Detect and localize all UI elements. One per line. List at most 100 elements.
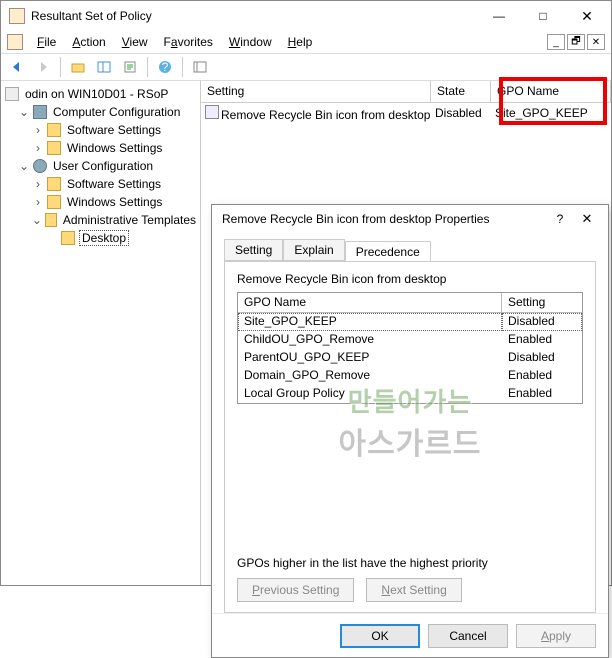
col-gpo[interactable]: GPO Name: [491, 81, 611, 102]
folder-icon: [47, 123, 61, 137]
restore-child-button[interactable]: 🗗: [567, 34, 585, 50]
computer-icon: [33, 105, 47, 119]
tree-label: User Configuration: [51, 159, 155, 173]
tree-user-config[interactable]: ⌄ User Configuration: [3, 157, 198, 175]
tree-label-selected: Desktop: [79, 230, 129, 246]
dialog-body: Setting Explain Precedence Remove Recycl…: [212, 233, 608, 613]
col-setting[interactable]: Setting: [201, 81, 431, 102]
tabs: Setting Explain Precedence: [224, 239, 596, 261]
previous-setting-button: Previous Setting: [237, 578, 354, 602]
tree-root-label: odin on WIN10D01 - RSoP: [23, 87, 170, 101]
grid-col-setting[interactable]: Setting: [502, 293, 582, 312]
col-state[interactable]: State: [431, 81, 491, 102]
tab-explain[interactable]: Explain: [283, 239, 344, 261]
maximize-button[interactable]: □: [521, 2, 565, 30]
menu-favorites[interactable]: Favorites: [156, 33, 221, 51]
doc-icon: [7, 34, 23, 50]
tree-label: Computer Configuration: [51, 105, 182, 119]
collapse-icon[interactable]: ⌄: [17, 105, 31, 119]
expand-icon[interactable]: ›: [31, 141, 45, 155]
menu-action[interactable]: Action: [64, 33, 113, 51]
dialog-close-button[interactable]: ✕: [572, 211, 602, 227]
tree-comp-windows[interactable]: › Windows Settings: [3, 139, 198, 157]
svg-text:?: ?: [162, 60, 169, 74]
folder-icon: [45, 213, 57, 227]
show-pane-button[interactable]: [92, 56, 116, 78]
tree-label: Windows Settings: [65, 141, 164, 155]
precedence-grid[interactable]: GPO Name Setting Site_GPO_KEEPDisabled C…: [237, 292, 583, 404]
tree-user-software[interactable]: › Software Settings: [3, 175, 198, 193]
open-folder-button[interactable]: [66, 56, 90, 78]
folder-icon: [47, 177, 61, 191]
setting-name: Remove Recycle Bin icon from desktop: [237, 272, 583, 286]
window-title: Resultant Set of Policy: [31, 9, 477, 23]
tab-pane: Remove Recycle Bin icon from desktop GPO…: [224, 261, 596, 613]
priority-hint: GPOs higher in the list have the highest…: [237, 556, 583, 570]
tree-pane[interactable]: odin on WIN10D01 - RSoP ⌄ Computer Config…: [1, 81, 201, 585]
toolbar: ?: [1, 53, 611, 81]
grid-row[interactable]: Domain_GPO_RemoveEnabled: [238, 367, 582, 385]
menu-window[interactable]: Window: [221, 33, 280, 51]
main-window: Resultant Set of Policy — □ ✕ Filedocume…: [0, 0, 612, 586]
collapse-icon[interactable]: ⌄: [17, 159, 31, 173]
titlebar: Resultant Set of Policy — □ ✕: [1, 1, 611, 31]
dialog-title: Remove Recycle Bin icon from desktop Pro…: [222, 212, 548, 226]
next-setting-button: Next Setting: [366, 578, 461, 602]
filter-button[interactable]: [188, 56, 212, 78]
properties-dialog: Remove Recycle Bin icon from desktop Pro…: [211, 204, 609, 658]
collapse-icon[interactable]: ⌄: [31, 213, 43, 227]
menu-view[interactable]: View: [114, 33, 156, 51]
menubar: Filedocument.currentScript.previousSibli…: [1, 31, 611, 53]
cancel-button[interactable]: Cancel: [428, 624, 508, 648]
expand-icon[interactable]: ›: [31, 123, 45, 137]
back-button[interactable]: [5, 56, 29, 78]
grid-row[interactable]: ChildOU_GPO_RemoveEnabled: [238, 331, 582, 349]
row-state: Disabled: [431, 106, 491, 120]
grid-col-gpo[interactable]: GPO Name: [238, 293, 502, 312]
tree-root[interactable]: odin on WIN10D01 - RSoP: [3, 85, 198, 103]
tree-desktop[interactable]: Desktop: [3, 229, 198, 247]
grid-row[interactable]: Local Group PolicyEnabled: [238, 385, 582, 403]
app-icon: [9, 8, 25, 24]
tree-admin-templates[interactable]: ⌄ Administrative Templates: [3, 211, 198, 229]
grid-row[interactable]: Site_GPO_KEEPDisabled: [238, 313, 582, 331]
dialog-titlebar: Remove Recycle Bin icon from desktop Pro…: [212, 205, 608, 233]
tree-label: Software Settings: [65, 177, 163, 191]
user-icon: [33, 159, 47, 173]
properties-button[interactable]: [118, 56, 142, 78]
body: odin on WIN10D01 - RSoP ⌄ Computer Config…: [1, 81, 611, 585]
menu-file[interactable]: Filedocument.currentScript.previousSibli…: [29, 33, 64, 51]
tree-computer-config[interactable]: ⌄ Computer Configuration: [3, 103, 198, 121]
tree-comp-software[interactable]: ›Software Settings: [3, 121, 198, 139]
tree-user-windows[interactable]: › Windows Settings: [3, 193, 198, 211]
folder-icon: [47, 195, 61, 209]
ok-button[interactable]: OK: [340, 624, 420, 648]
forward-button[interactable]: [31, 56, 55, 78]
tab-setting[interactable]: Setting: [224, 239, 283, 261]
watermark-line2: 아스가르드: [339, 419, 482, 463]
expand-icon[interactable]: ›: [31, 177, 45, 191]
menu-help[interactable]: Help: [280, 33, 321, 51]
apply-button: Apply: [516, 624, 596, 648]
policy-icon: [5, 87, 19, 101]
tab-precedence[interactable]: Precedence: [345, 241, 431, 262]
tree-label: Windows Settings: [65, 195, 164, 209]
row-setting: Remove Recycle Bin icon from desktop: [221, 108, 430, 122]
dialog-help-button[interactable]: ?: [548, 212, 572, 226]
grid-row[interactable]: ParentOU_GPO_KEEPDisabled: [238, 349, 582, 367]
list-row[interactable]: Remove Recycle Bin icon from desktop Dis…: [201, 103, 611, 123]
close-button[interactable]: ✕: [565, 2, 609, 30]
folder-icon: [61, 231, 75, 245]
minimize-button[interactable]: —: [477, 2, 521, 30]
help-button[interactable]: ?: [153, 56, 177, 78]
close-child-button[interactable]: ✕: [587, 34, 605, 50]
setting-icon: [205, 105, 219, 119]
tree-label: Administrative Templates: [61, 213, 198, 227]
nav-buttons: Previous Setting Next Setting: [237, 578, 583, 602]
folder-icon: [47, 141, 61, 155]
minimize-child-button[interactable]: _: [547, 34, 565, 50]
list-header: Setting State GPO Name: [201, 81, 611, 103]
expand-icon[interactable]: ›: [31, 195, 45, 209]
dialog-footer: OK Cancel Apply: [212, 613, 608, 657]
row-gpo: Site_GPO_KEEP: [491, 106, 611, 120]
